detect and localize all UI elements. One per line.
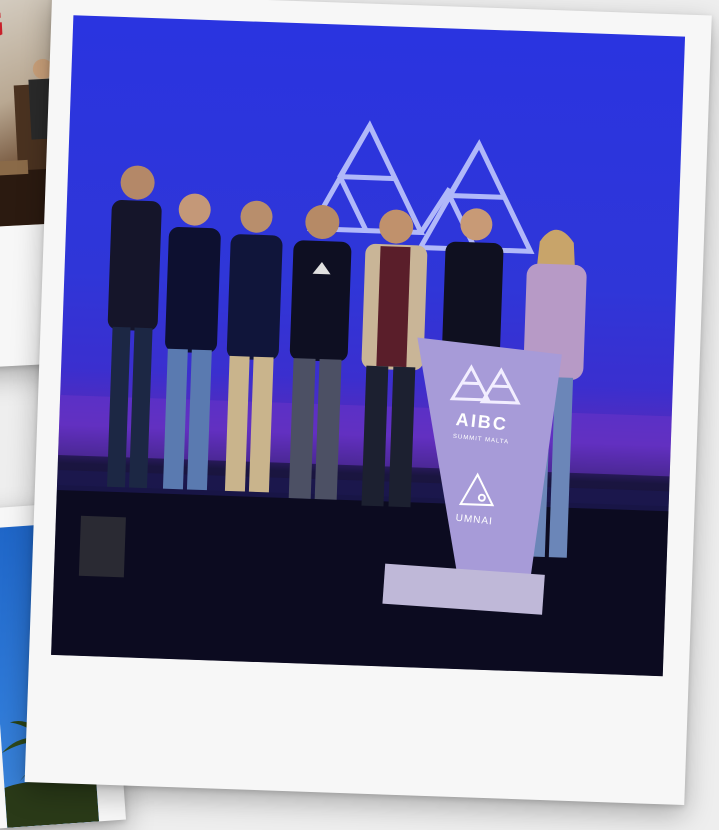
stage-speaker [78, 515, 126, 578]
triangle-stage-logo-icon [306, 120, 535, 254]
polaroid-main: AIBC SUMMIT MALTA UMNAI [24, 0, 712, 806]
photo-award-stage: AIBC SUMMIT MALTA UMNAI [51, 15, 686, 677]
stage-scene: AIBC SUMMIT MALTA UMNAI [51, 120, 672, 677]
stage-floor [51, 484, 669, 677]
